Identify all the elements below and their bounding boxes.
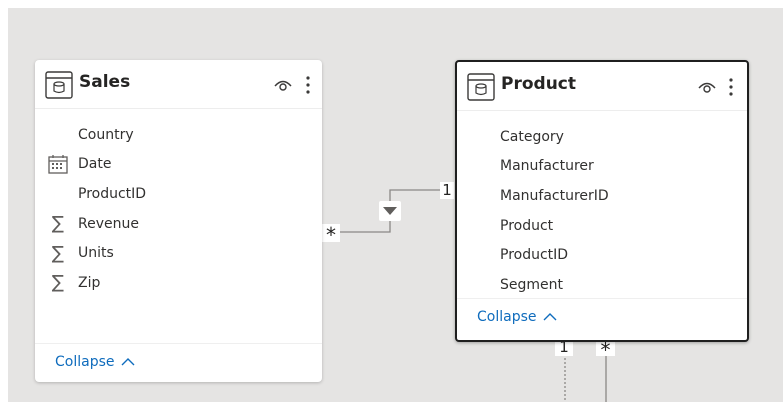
field-manufacturer[interactable]: Manufacturer: [457, 152, 747, 182]
visibility-eye-icon[interactable]: [273, 75, 293, 95]
field-product[interactable]: Product: [457, 211, 747, 241]
sales-table-header[interactable]: Sales: [35, 60, 322, 109]
more-options-icon[interactable]: [727, 76, 735, 98]
field-date[interactable]: Date: [35, 150, 322, 180]
field-country[interactable]: Country: [35, 120, 322, 150]
sales-field-list: Country Date ProductID ∑ Revenue ∑ Units…: [35, 120, 322, 298]
field-label: Category: [500, 128, 564, 145]
calendar-icon: [48, 155, 68, 175]
collapse-label: Collapse: [55, 354, 115, 370]
filter-direction-arrow[interactable]: [379, 201, 401, 221]
product-collapse-button[interactable]: Collapse: [477, 309, 557, 325]
table-icon: [467, 73, 495, 101]
field-label: ProductID: [500, 247, 569, 264]
more-options-icon[interactable]: [304, 74, 312, 96]
product-one-cardinality: 1: [440, 182, 454, 199]
field-label: Date: [78, 156, 112, 173]
field-segment[interactable]: Segment: [457, 270, 747, 300]
divider: [457, 298, 747, 299]
field-label: Units: [78, 245, 114, 262]
sales-collapse-button[interactable]: Collapse: [55, 354, 135, 370]
field-label: ProductID: [78, 185, 147, 202]
field-label: Product: [500, 217, 554, 234]
field-revenue[interactable]: ∑ Revenue: [35, 209, 322, 239]
field-label: Revenue: [78, 215, 139, 232]
chevron-up-icon: [121, 358, 134, 366]
field-category[interactable]: Category: [457, 122, 747, 152]
field-units[interactable]: ∑ Units: [35, 238, 322, 268]
field-productid[interactable]: ProductID: [457, 240, 747, 270]
chevron-up-icon: [543, 313, 556, 321]
sigma-icon: ∑: [51, 213, 65, 235]
field-zip[interactable]: ∑ Zip: [35, 268, 322, 298]
model-canvas[interactable]: * 1 1 * Sales Country Date ProductID ∑ R…: [8, 8, 783, 402]
field-manufacturerid[interactable]: ManufacturerID: [457, 181, 747, 211]
field-label: Segment: [500, 276, 563, 293]
visibility-eye-icon[interactable]: [697, 77, 717, 97]
product-field-list: Category Manufacturer ManufacturerID Pro…: [457, 122, 747, 300]
sales-many-cardinality: *: [322, 224, 340, 246]
product-table-card[interactable]: Product Category Manufacturer Manufactur…: [455, 60, 749, 342]
field-label: Manufacturer: [500, 158, 594, 175]
product-table-title: Product: [501, 74, 576, 94]
field-label: ManufacturerID: [500, 187, 609, 204]
sigma-icon: ∑: [51, 242, 65, 264]
divider: [35, 343, 322, 344]
field-productid[interactable]: ProductID: [35, 179, 322, 209]
sales-table-title: Sales: [79, 72, 131, 92]
table-icon: [45, 71, 73, 99]
collapse-label: Collapse: [477, 309, 537, 325]
product-table-header[interactable]: Product: [457, 62, 747, 111]
sigma-icon: ∑: [51, 272, 65, 294]
sales-table-card[interactable]: Sales Country Date ProductID ∑ Revenue ∑…: [35, 60, 322, 382]
field-label: Country: [78, 126, 134, 143]
field-label: Zip: [78, 274, 101, 291]
